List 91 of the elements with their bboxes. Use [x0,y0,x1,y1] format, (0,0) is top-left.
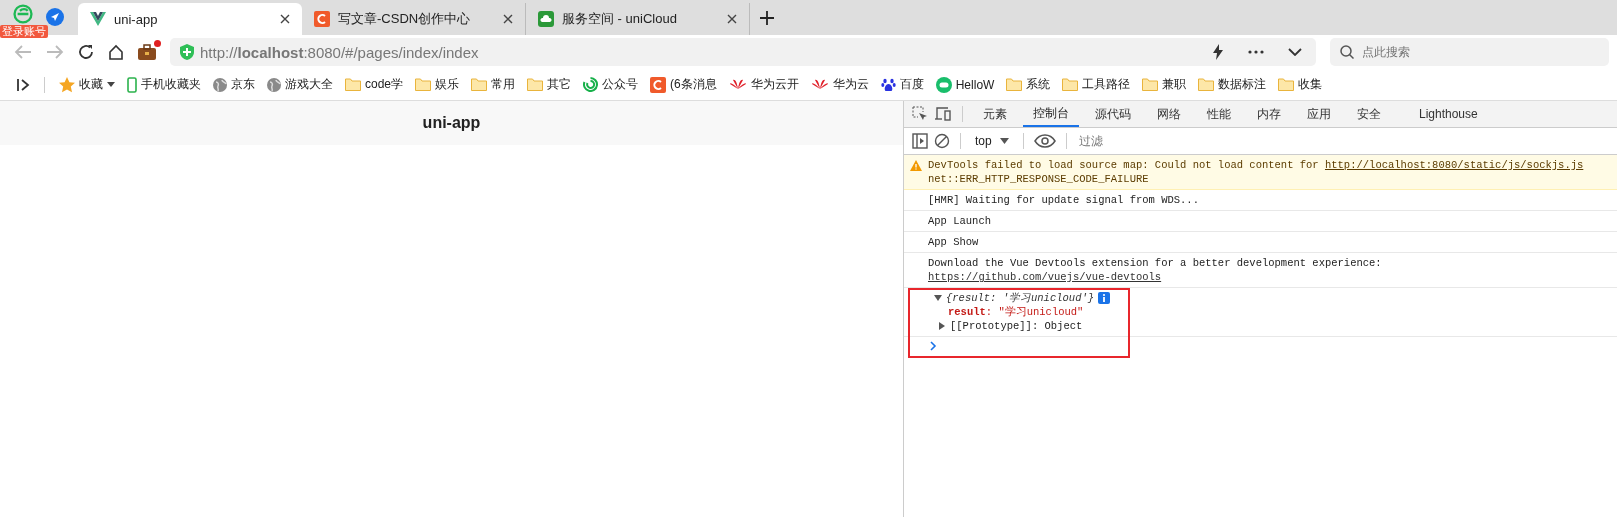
expand-arrow-icon[interactable] [934,294,942,302]
warning-icon [910,160,922,171]
close-icon[interactable] [280,14,290,24]
paw-icon [880,77,896,92]
context-dropdown[interactable]: top [971,134,1013,148]
folder-icon [471,78,488,91]
globe-icon [213,77,227,92]
bookmark[interactable]: 工具路径 [1058,76,1135,93]
message-text: net::ERR_HTTP_RESPONSE_CODE_FAILURE [928,172,1150,186]
message-text: Download the Vue Devtools extension for a better development experience: [928,256,1382,270]
swirl-icon [583,77,599,92]
new-tab-icon[interactable] [760,11,774,25]
devtools-tab[interactable]: 应用 [1297,101,1341,127]
address-field[interactable]: http://localhost:8080/#/pages/index/index [170,38,1316,66]
bookmark[interactable]: 收集 [1274,76,1327,93]
bookmark[interactable]: 其它 [523,76,576,93]
petal-logo-icon [728,77,747,92]
search-field[interactable]: 点此搜索 [1330,38,1609,66]
browser-tab[interactable]: uni-app [78,3,302,35]
caret-icon [999,138,1009,144]
source-link[interactable]: http://localhost:8080/static/js/sockjs.js [1324,159,1584,171]
bookmark[interactable]: 收藏 [55,76,119,93]
caret-icon[interactable] [107,82,115,87]
cloud-logo-icon [538,11,554,27]
devtools-tab[interactable]: 网络 [1147,101,1191,127]
v-logo-icon [90,12,106,26]
phone-icon [127,76,137,93]
clear-icon[interactable] [934,133,950,149]
devtools-tab[interactable]: Lighthouse [1397,101,1488,127]
device-toggle-icon[interactable] [934,106,952,122]
folder-icon [1062,78,1079,91]
prototype-entry[interactable]: [[Prototype]]: Object [950,319,1083,333]
message-text: [HMR] Waiting for update signal from WDS... [928,193,1199,207]
object-summary[interactable]: {result: '学习unicloud'} [946,291,1095,305]
bookmark[interactable]: 公众号 [579,76,643,93]
eye-icon[interactable] [1033,134,1056,148]
devtools-tab[interactable]: 内存 [1247,101,1291,127]
chat-bubble-icon [935,76,952,93]
bookmark[interactable]: 兼职 [1138,76,1191,93]
lightning-icon[interactable] [1212,44,1224,60]
bookmark[interactable]: 京东 [209,76,259,93]
bookmark[interactable]: 百度 [876,76,928,93]
bookmark[interactable]: 数据标注 [1194,76,1271,93]
source-link[interactable]: https://github.com/vuejs/vue-devtools [928,271,1162,283]
folder-icon [1006,78,1023,91]
message-text: DevTools failed to load source map: Could not load content for [928,159,1320,171]
info-icon [1098,292,1111,304]
folder-icon [1198,78,1215,91]
devtools-tab[interactable]: 源代码 [1085,101,1141,127]
bookmark[interactable]: 常用 [467,76,520,93]
c-logo-icon [314,11,330,27]
folder-icon [1278,78,1295,91]
folder-icon [415,78,432,91]
bookmark[interactable]: 手机收藏夹 [123,76,205,93]
message-text: App Show [928,235,979,249]
devtools-tab[interactable]: 安全 [1347,101,1391,127]
bookmark[interactable]: HelloW [931,76,999,93]
petal-logo-icon [810,77,829,92]
sidebar-toggle-icon[interactable] [16,77,30,92]
page-title: uni-app [422,114,481,132]
expand-arrow-icon[interactable] [938,322,946,330]
chevron-down-icon[interactable] [1288,48,1302,56]
folder-icon [345,78,361,91]
search-icon [1340,45,1354,59]
object-property: result: "学习unicloud" [947,305,1085,319]
close-icon[interactable] [503,14,513,24]
bookmark[interactable]: 华为云开 [724,76,803,93]
bookmark[interactable]: 华为云 [806,76,873,93]
bookmark[interactable]: (6条消息 [646,76,721,93]
briefcase-icon[interactable] [138,44,156,60]
shield-icon [180,44,194,60]
bookmark[interactable]: code学 [341,76,408,93]
prompt-chevron-icon[interactable] [930,341,937,351]
star-icon [59,76,75,93]
bookmark[interactable]: 系统 [1002,76,1055,93]
sidebar-icon[interactable] [912,133,928,149]
message-text: App Launch [928,214,991,228]
bookmark[interactable]: 娱乐 [411,76,464,93]
folder-icon [1142,78,1159,91]
inspect-icon[interactable] [912,106,928,122]
compass-icon[interactable] [46,8,64,26]
folder-icon [527,78,544,91]
devtools-tab[interactable]: 元素 [973,101,1017,127]
reload-icon[interactable] [78,44,94,60]
c-logo-icon [650,76,667,93]
devtools-tab[interactable]: 性能 [1197,101,1241,127]
home-icon[interactable] [108,44,124,60]
more-icon[interactable] [1248,50,1264,54]
bookmark[interactable]: 游戏大全 [263,76,337,93]
close-icon[interactable] [727,14,737,24]
globe-icon [267,77,281,92]
